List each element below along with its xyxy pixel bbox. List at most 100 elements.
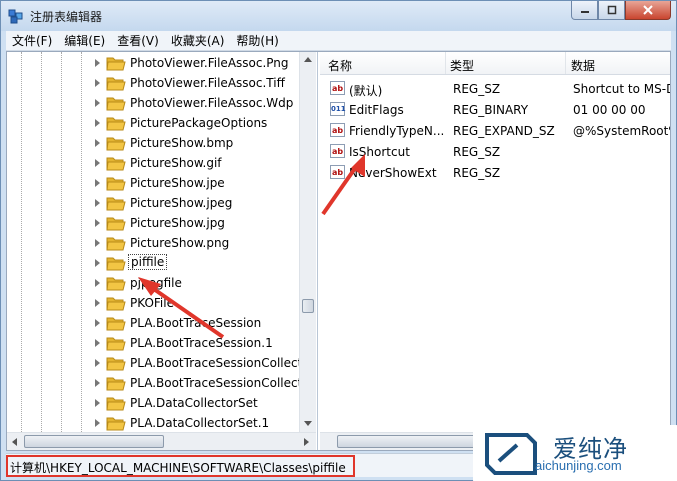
value-row[interactable]: ab FriendlyTypeN... REG_EXPAND_SZ @%SystemR…: [320, 120, 670, 141]
menu-edit[interactable]: 编辑(E): [58, 32, 111, 49]
tree-node-label[interactable]: PLA.DataCollectorSet: [130, 396, 258, 410]
tree-node[interactable]: PLA.DataCollectorSet: [7, 393, 299, 413]
tree-node-label[interactable]: PictureShow.gif: [130, 156, 222, 170]
folder-icon: [106, 217, 126, 231]
expand-arrow-icon[interactable]: [95, 419, 100, 427]
tree-node[interactable]: PictureShow.jpg: [7, 213, 299, 233]
folder-icon: [106, 97, 126, 111]
close-button[interactable]: [625, 1, 671, 20]
expand-arrow-icon[interactable]: [95, 99, 100, 107]
expand-arrow-icon[interactable]: [95, 119, 100, 127]
folder-icon: [106, 57, 126, 71]
expand-arrow-icon[interactable]: [95, 259, 100, 267]
tree-node-label[interactable]: PictureShow.bmp: [130, 136, 233, 150]
column-header-data[interactable]: 数据: [571, 57, 595, 74]
tree-node[interactable]: PhotoViewer.FileAssoc.Png: [7, 53, 299, 73]
folder-icon: [106, 417, 126, 431]
string-value-icon: ab: [330, 144, 345, 158]
tree-node[interactable]: pjpegfile: [7, 273, 299, 293]
expand-arrow-icon[interactable]: [95, 79, 100, 87]
scroll-right-arrow-icon[interactable]: [304, 438, 309, 446]
scroll-left-arrow-icon[interactable]: [12, 438, 17, 446]
column-divider[interactable]: [445, 52, 446, 74]
expand-arrow-icon[interactable]: [95, 59, 100, 67]
tree-node-label[interactable]: PLA.DataCollectorSet.1: [130, 416, 269, 430]
tree-node-label[interactable]: PictureShow.jpe: [130, 176, 225, 190]
value-name: (默认): [349, 84, 383, 98]
folder-icon: [106, 317, 126, 331]
tree-node-label-selected[interactable]: piffile: [128, 254, 168, 270]
tree-node[interactable]: PLA.BootTraceSession.1: [7, 333, 299, 353]
expand-arrow-icon[interactable]: [95, 339, 100, 347]
expand-arrow-icon[interactable]: [95, 179, 100, 187]
tree-node[interactable]: PictureShow.png: [7, 233, 299, 253]
value-row[interactable]: ab IsShortcut REG_SZ: [320, 141, 670, 162]
tree-node-label[interactable]: PictureShow.png: [130, 236, 229, 250]
tree-node-label[interactable]: PhotoViewer.FileAssoc.Png: [130, 56, 289, 70]
value-type: REG_BINARY: [453, 103, 529, 117]
tree-node[interactable]: PKOFile: [7, 293, 299, 313]
value-data: Shortcut to MS-D: [573, 82, 670, 96]
tree-node-label[interactable]: PhotoViewer.FileAssoc.Tiff: [130, 76, 285, 90]
menu-favorites[interactable]: 收藏夹(A): [165, 32, 231, 49]
menu-help[interactable]: 帮助(H): [230, 32, 284, 49]
column-divider[interactable]: [565, 52, 566, 74]
tree-node-label[interactable]: PhotoViewer.FileAssoc.Wdp: [130, 96, 293, 110]
tree-node[interactable]: PictureShow.bmp: [7, 133, 299, 153]
minimize-button[interactable]: [571, 1, 598, 20]
tree-node[interactable]: PicturePackageOptions: [7, 113, 299, 133]
expand-arrow-icon[interactable]: [95, 279, 100, 287]
tree-node[interactable]: PLA.BootTraceSession: [7, 313, 299, 333]
tree-node-label[interactable]: PLA.BootTraceSessionCollect: [130, 376, 299, 390]
tree-node[interactable]: PhotoViewer.FileAssoc.Wdp: [7, 93, 299, 113]
folder-icon: [106, 137, 126, 151]
expand-arrow-icon[interactable]: [95, 399, 100, 407]
value-row[interactable]: 011 EditFlags REG_BINARY 01 00 00 00: [320, 99, 670, 120]
tree-hscroll-thumb[interactable]: [24, 435, 164, 448]
expand-arrow-icon[interactable]: [95, 239, 100, 247]
column-header-name[interactable]: 名称: [328, 57, 352, 74]
expand-arrow-icon[interactable]: [95, 159, 100, 167]
tree-node-label[interactable]: PictureShow.jpeg: [130, 196, 232, 210]
tree-node-label[interactable]: pjpegfile: [130, 276, 182, 290]
tree-node-label[interactable]: PLA.BootTraceSession.1: [130, 336, 273, 350]
brand-logo-icon: [485, 433, 537, 475]
value-name: FriendlyTypeN...: [349, 124, 445, 138]
title-bar[interactable]: 注册表编辑器: [1, 1, 676, 31]
expand-arrow-icon[interactable]: [95, 379, 100, 387]
menu-file[interactable]: 文件(F): [6, 32, 58, 49]
tree-node-label[interactable]: PKOFile: [130, 296, 174, 310]
column-header-type[interactable]: 类型: [450, 57, 474, 74]
value-data: 01 00 00 00: [573, 103, 646, 117]
tree-node[interactable]: piffile: [7, 253, 299, 273]
tree-node-label[interactable]: PLA.BootTraceSession: [130, 316, 261, 330]
folder-icon: [106, 177, 126, 191]
expand-arrow-icon[interactable]: [95, 359, 100, 367]
expand-arrow-icon[interactable]: [95, 299, 100, 307]
expand-arrow-icon[interactable]: [95, 219, 100, 227]
expand-arrow-icon[interactable]: [95, 139, 100, 147]
tree-node[interactable]: PictureShow.jpeg: [7, 193, 299, 213]
tree-vertical-scrollbar[interactable]: [299, 52, 316, 432]
tree-node-label[interactable]: PictureShow.jpg: [130, 216, 225, 230]
maximize-button[interactable]: [598, 1, 625, 20]
tree-node[interactable]: PLA.BootTraceSessionCollect: [7, 353, 299, 373]
tree-node[interactable]: PLA.DataCollectorSet.1: [7, 413, 299, 432]
scroll-up-arrow-icon[interactable]: [304, 57, 312, 62]
value-row[interactable]: ab (默认) REG_SZ Shortcut to MS-D: [320, 78, 670, 99]
tree-scroll-thumb[interactable]: [302, 299, 314, 313]
expand-arrow-icon[interactable]: [95, 199, 100, 207]
tree-node[interactable]: PhotoViewer.FileAssoc.Tiff: [7, 73, 299, 93]
tree-horizontal-scrollbar[interactable]: [7, 432, 316, 450]
tree-node[interactable]: PictureShow.gif: [7, 153, 299, 173]
menu-view[interactable]: 查看(V): [111, 32, 165, 49]
scroll-down-arrow-icon[interactable]: [304, 421, 312, 426]
tree-node[interactable]: PictureShow.jpe: [7, 173, 299, 193]
folder-icon: [106, 77, 126, 91]
tree-node[interactable]: PLA.BootTraceSessionCollect: [7, 373, 299, 393]
tree-node-label[interactable]: PicturePackageOptions: [130, 116, 267, 130]
tree-node-label[interactable]: PLA.BootTraceSessionCollect: [130, 356, 299, 370]
expand-arrow-icon[interactable]: [95, 319, 100, 327]
value-row[interactable]: ab NeverShowExt REG_SZ: [320, 162, 670, 183]
value-name: EditFlags: [349, 103, 404, 117]
